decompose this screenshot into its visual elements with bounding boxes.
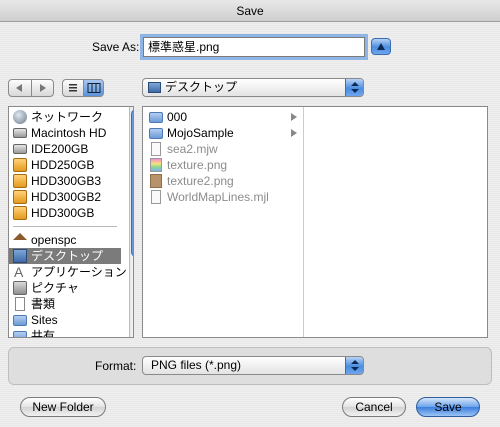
sidebar-item-desktop[interactable]: デスクトップ xyxy=(9,248,121,264)
sidebar-item-macintosh-hd[interactable]: Macintosh HD xyxy=(9,125,121,141)
list-view-icon xyxy=(69,84,77,92)
list-item: texture2.png xyxy=(145,173,301,189)
sidebar-item-label: アプリケーション xyxy=(31,265,127,279)
format-label: Format: xyxy=(95,359,137,373)
sidebar-item-hdd300gb2[interactable]: HDD300GB2 xyxy=(9,189,121,205)
left-arrow-icon xyxy=(16,84,22,92)
back-forward-control xyxy=(8,79,54,97)
file-name: WorldMapLines.mjl xyxy=(167,190,269,204)
folder-icon xyxy=(13,331,27,337)
sidebar-item-network[interactable]: ネットワーク xyxy=(9,109,121,125)
sidebar-item-hdd250gb[interactable]: HDD250GB xyxy=(9,157,121,173)
folder-icon xyxy=(149,112,163,123)
save-as-filename-input[interactable]: 標準惑星.png xyxy=(143,37,365,57)
sidebar-item-openspc[interactable]: openspc xyxy=(9,232,121,248)
scroll-up-button[interactable] xyxy=(131,309,133,322)
sidebar-item-label: HDD250GB xyxy=(31,158,95,172)
sidebar-scrollbar[interactable] xyxy=(129,107,133,337)
sidebar-item-label: HDD300GB2 xyxy=(31,190,102,204)
back-button[interactable] xyxy=(9,80,31,96)
sidebar-item-hdd300gb3[interactable]: HDD300GB3 xyxy=(9,173,121,189)
sidebar-item-sites[interactable]: Sites xyxy=(9,312,121,328)
sidebar-item-label: HDD300GB3 xyxy=(31,174,102,188)
folder-icon xyxy=(13,315,27,326)
external-drive-icon xyxy=(13,190,27,204)
sidebar-item-pictures[interactable]: ピクチャ xyxy=(9,280,121,296)
column-view-button[interactable] xyxy=(82,80,103,96)
file-name: sea2.mjw xyxy=(167,142,218,156)
external-drive-icon xyxy=(13,174,27,188)
expand-arrow-icon xyxy=(291,129,297,137)
sidebar-item-label: HDD300GB xyxy=(31,206,95,220)
desktop-icon xyxy=(13,249,27,263)
applications-icon: A xyxy=(14,264,24,280)
external-drive-icon xyxy=(13,158,27,172)
sidebar-item-shared[interactable]: 共有 xyxy=(9,328,121,338)
document-icon xyxy=(151,190,161,204)
sidebar-item-label: IDE200GB xyxy=(31,142,89,156)
new-folder-button[interactable]: New Folder xyxy=(20,397,106,417)
sidebar-item-hdd300gb[interactable]: HDD300GB xyxy=(9,205,121,221)
scroll-down-button[interactable] xyxy=(131,323,133,336)
popup-arrows-icon xyxy=(345,357,363,374)
filename-text: 標準惑星.png xyxy=(148,40,220,54)
list-item: WorldMapLines.mjl xyxy=(145,189,301,205)
sidebar-item-label: Macintosh HD xyxy=(31,126,107,140)
format-bar: Format: PNG files (*.png) xyxy=(8,347,492,385)
list-item: sea2.mjw xyxy=(145,141,301,157)
document-icon xyxy=(151,142,161,156)
expand-arrow-icon xyxy=(291,113,297,121)
list-item[interactable]: 000 xyxy=(145,109,301,125)
sidebar-item-label: 書類 xyxy=(31,297,56,311)
forward-button[interactable] xyxy=(30,80,54,96)
right-arrow-icon xyxy=(39,84,46,92)
sidebar-item-label: ピクチャ xyxy=(31,281,79,295)
column-view-icon xyxy=(87,83,100,93)
format-value: PNG files (*.png) xyxy=(151,358,242,372)
view-mode-control xyxy=(62,79,104,97)
pictures-icon xyxy=(13,281,27,295)
file-name: MojoSample xyxy=(167,126,234,140)
hard-drive-icon xyxy=(13,144,27,154)
list-item: texture.png xyxy=(145,157,301,173)
file-name: texture.png xyxy=(167,158,228,172)
save-as-label: Save As: xyxy=(92,40,140,54)
home-icon xyxy=(13,233,27,240)
column-divider[interactable] xyxy=(303,107,304,337)
sidebar-item-applications[interactable]: A アプリケーション xyxy=(9,264,127,280)
window-title: Save xyxy=(0,0,500,22)
sidebar-divider xyxy=(13,226,117,227)
format-popup[interactable]: PNG files (*.png) xyxy=(142,356,364,375)
file-name: texture2.png xyxy=(167,174,234,188)
triangle-up-icon xyxy=(377,43,385,50)
sidebar-item-label: openspc xyxy=(31,233,77,247)
file-browser: 000 MojoSample sea2.mjw texture.png text… xyxy=(142,106,488,338)
cancel-button[interactable]: Cancel xyxy=(342,397,406,417)
list-item[interactable]: MojoSample xyxy=(145,125,301,141)
list-view-button[interactable] xyxy=(63,80,83,96)
desktop-icon xyxy=(148,82,161,93)
external-drive-icon xyxy=(13,206,27,220)
scrollbar-thumb[interactable] xyxy=(131,109,133,257)
network-globe-icon xyxy=(13,110,27,124)
sidebar-item-label: 共有 xyxy=(31,329,56,338)
collapse-dialog-button[interactable] xyxy=(371,38,391,55)
folder-icon xyxy=(149,128,163,139)
save-button[interactable]: Save xyxy=(416,397,480,417)
documents-icon xyxy=(15,297,25,311)
sidebar-item-label: ネットワーク xyxy=(31,110,104,124)
sidebar-item-label: Sites xyxy=(31,313,58,327)
png-file-icon xyxy=(150,158,162,172)
sidebar-item-label: デスクトップ xyxy=(31,249,104,263)
location-current: デスクトップ xyxy=(165,80,238,94)
sidebar-item-documents[interactable]: 書類 xyxy=(9,296,121,312)
location-popup[interactable]: デスクトップ xyxy=(142,78,364,97)
save-dialog: Save Save As: 標準惑星.png デスクトップ ネットワーク Mac… xyxy=(0,0,500,427)
file-name: 000 xyxy=(167,110,188,124)
sidebar-item-ide200gb[interactable]: IDE200GB xyxy=(9,141,121,157)
png-file-icon xyxy=(150,174,162,188)
popup-arrows-icon xyxy=(345,79,363,96)
hard-drive-icon xyxy=(13,128,27,138)
sidebar: ネットワーク Macintosh HD IDE200GB HDD250GB HD… xyxy=(8,106,134,338)
